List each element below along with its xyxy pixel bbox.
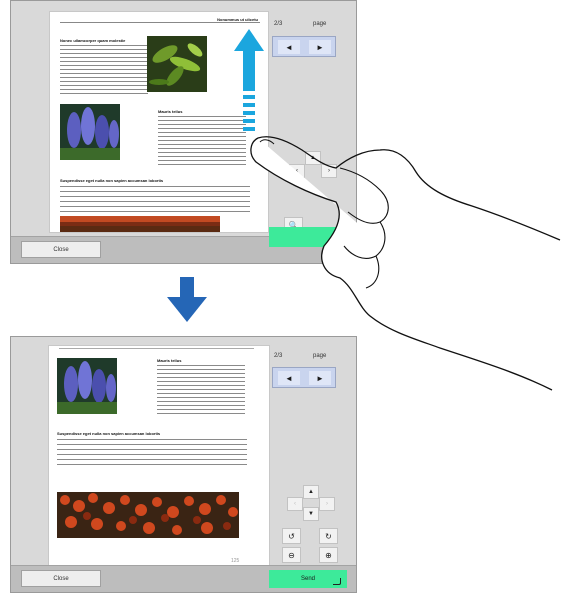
- header-rule: [59, 348, 254, 349]
- body-text: [158, 115, 246, 167]
- close-label: Close: [53, 246, 69, 253]
- hyacinth-photo: [57, 358, 117, 414]
- scroll-right-icon: ›: [326, 501, 328, 507]
- close-label: Close: [53, 575, 69, 582]
- page-label: page: [313, 21, 327, 27]
- leaf-photo: [147, 36, 207, 92]
- page-number: 125: [231, 558, 240, 564]
- page-count: 2/3: [274, 21, 283, 27]
- section-heading: Suspendisse eget nulla non sapien accums…: [57, 431, 161, 436]
- hyacinth-photo: [60, 104, 120, 160]
- rotate-right-button[interactable]: ↻: [319, 528, 338, 544]
- rotate-left-icon: ↺: [288, 531, 295, 541]
- body-text: [60, 44, 148, 96]
- down-arrow-icon: [167, 277, 207, 322]
- body-text: [57, 438, 247, 466]
- close-button[interactable]: Close: [21, 241, 101, 258]
- scroll-left-icon: ‹: [294, 501, 296, 507]
- send-label: Send: [300, 576, 315, 582]
- scroll-right-button[interactable]: ›: [319, 497, 335, 511]
- body-text: [60, 185, 250, 213]
- finger-hand-icon: [250, 136, 561, 391]
- bottom-bar: Close Send: [11, 565, 356, 592]
- enter-icon: [333, 578, 341, 585]
- header-title: Nonummus ut ulicetu: [217, 17, 258, 22]
- body-text: [157, 364, 245, 416]
- send-button[interactable]: Send: [269, 570, 347, 588]
- scroll-up-icon: ▲: [308, 489, 314, 495]
- zoom-out-icon: ⊖: [288, 550, 295, 560]
- section-heading: Mauris tellus: [158, 109, 183, 114]
- zoom-out-button[interactable]: ⊖: [282, 547, 301, 563]
- header-rule: [60, 22, 260, 23]
- next-page-button[interactable]: ►: [309, 40, 331, 54]
- page-nav: ◄ ►: [272, 36, 336, 57]
- section-heading: Suspendisse eget nulla non sapien accums…: [60, 178, 164, 183]
- scroll-left-button[interactable]: ‹: [287, 497, 303, 511]
- prev-page-button[interactable]: ◄: [278, 40, 300, 54]
- section-heading: Mauris tellus: [157, 358, 182, 363]
- scroll-down-icon: ▼: [308, 511, 314, 517]
- document-preview[interactable]: Mauris tellus Suspendisse eget nulla non…: [48, 345, 270, 569]
- next-page-icon: ►: [316, 42, 324, 52]
- section-heading: Nonec ullamcorper quam molestie: [60, 38, 126, 43]
- flower-field-photo: [57, 492, 239, 538]
- rotate-right-icon: ↻: [325, 531, 332, 541]
- scroll-up-button[interactable]: ▲: [303, 485, 319, 499]
- flower-field-photo: [60, 216, 220, 232]
- prev-page-icon: ◄: [285, 42, 293, 52]
- zoom-in-icon: ⊕: [325, 550, 332, 560]
- scroll-down-button[interactable]: ▼: [303, 507, 319, 521]
- rotate-left-button[interactable]: ↺: [282, 528, 301, 544]
- zoom-in-button[interactable]: ⊕: [319, 547, 338, 563]
- close-button[interactable]: Close: [21, 570, 101, 587]
